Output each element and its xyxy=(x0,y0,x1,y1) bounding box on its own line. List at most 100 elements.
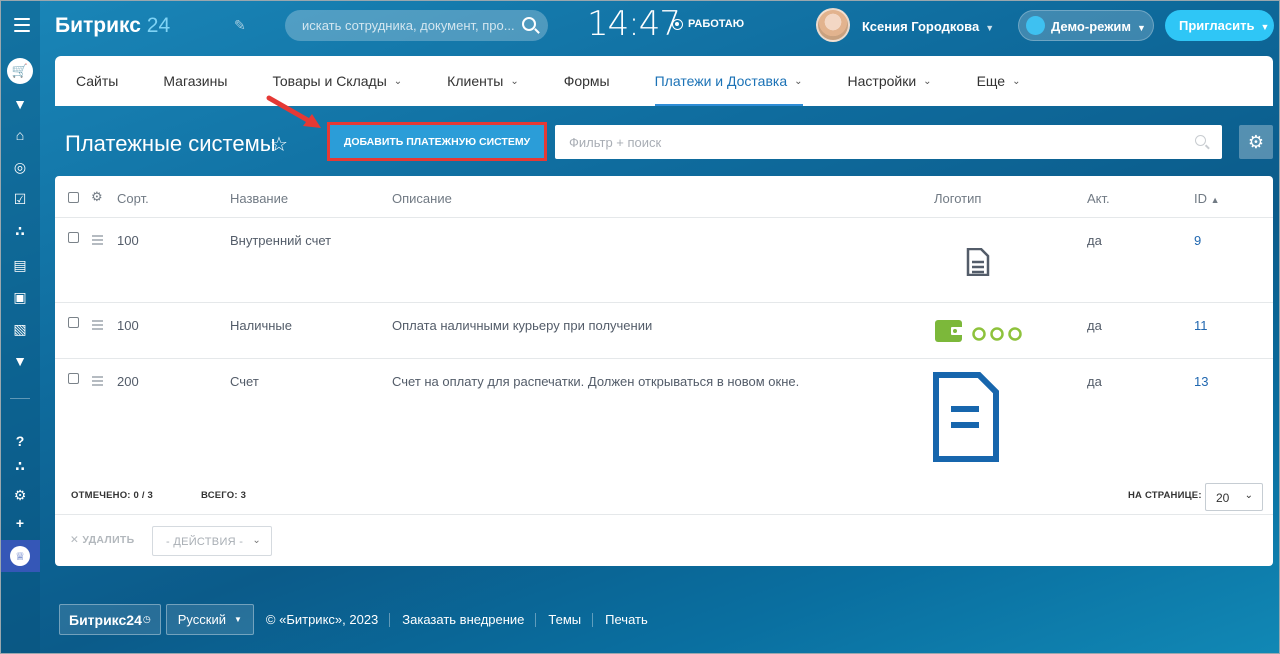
footer-logo[interactable]: Битрикс24 ◷ xyxy=(59,604,161,635)
column-sort[interactable]: Сорт. xyxy=(117,191,149,206)
tab-sites[interactable]: Сайты xyxy=(76,56,118,106)
payment-systems-table: ⚙ Сорт. Название Описание Логотип Акт. I… xyxy=(55,176,1273,566)
star-icon[interactable]: ☆ xyxy=(270,132,288,157)
cell-sort: 100 xyxy=(117,318,139,333)
sidebar-divider xyxy=(10,398,30,399)
footer-link-themes[interactable]: Темы xyxy=(548,612,594,627)
select-all-checkbox[interactable] xyxy=(68,192,79,203)
column-logo[interactable]: Логотип xyxy=(934,191,981,206)
drag-handle-icon[interactable] xyxy=(92,235,103,247)
bank-icon[interactable]: ⌂ xyxy=(0,124,40,146)
cell-sort: 100 xyxy=(117,233,139,248)
chevron-down-icon: ⌄ xyxy=(1012,75,1021,87)
caret-down-icon: ▼ xyxy=(985,23,995,33)
table-header: ⚙ Сорт. Название Описание Логотип Акт. I… xyxy=(55,176,1273,218)
top-navigation: Сайты Магазины Товары и Склады ⌄ Клиенты ⌄… xyxy=(55,56,1273,106)
row-checkbox[interactable] xyxy=(68,232,79,243)
cell-description: Счет на оплату для распечатки. Должен от… xyxy=(392,374,800,389)
drag-handle-icon[interactable] xyxy=(92,320,103,332)
settings-gear-button[interactable]: ⚙ xyxy=(1239,125,1273,159)
edit-pencil-icon[interactable]: ✎ xyxy=(234,17,246,34)
cell-id-link[interactable]: 11 xyxy=(1194,318,1208,333)
add-plus-icon[interactable]: + xyxy=(0,512,40,534)
chevron-down-icon: ⌄ xyxy=(1244,490,1253,501)
copyright-text: © «Битрикс», 2023 xyxy=(266,612,391,627)
global-search-input[interactable]: искать сотрудника, документ, про... xyxy=(285,10,548,41)
column-active[interactable]: Акт. xyxy=(1087,191,1110,206)
close-icon: ✕ xyxy=(70,534,80,546)
target-icon[interactable]: ◎ xyxy=(0,156,40,178)
chevron-down-icon: ⌄ xyxy=(252,535,261,546)
table-summary-bar: ОТМЕЧЕНО: 0 / 3 ВСЕГО: 3 НА СТРАНИЦЕ: xyxy=(55,473,1273,515)
clock-time: 14:47 xyxy=(587,4,681,44)
work-status[interactable]: РАБОТАЮ xyxy=(672,18,744,30)
user-menu[interactable]: Ксения Городкова ▼ xyxy=(862,19,994,34)
table-row[interactable]: 100 Внутренний счет да 9 xyxy=(55,218,1273,303)
gear-icon: ⚙ xyxy=(1247,131,1265,152)
filter-search-input[interactable]: Фильтр + поиск xyxy=(555,125,1222,159)
tasks-check-icon[interactable]: ☑ xyxy=(0,188,40,210)
footer-link-order[interactable]: Заказать внедрение xyxy=(402,612,537,627)
cell-id-link[interactable]: 9 xyxy=(1194,233,1201,248)
shop-cart-icon[interactable]: 🛒 xyxy=(0,58,40,84)
search-icon[interactable] xyxy=(1195,135,1206,146)
filter-funnel-icon[interactable]: ▼ xyxy=(0,93,40,115)
box-icon[interactable]: ▧ xyxy=(0,318,40,340)
tab-settings[interactable]: Настройки ⌄ xyxy=(848,56,932,106)
cell-sort: 200 xyxy=(117,374,139,389)
app-logo[interactable]: Битрикс 24 xyxy=(55,14,170,38)
chevron-down-icon: ⌄ xyxy=(794,75,803,87)
row-checkbox[interactable] xyxy=(68,373,79,384)
tab-clients[interactable]: Клиенты ⌄ xyxy=(447,56,519,106)
tab-payments-delivery[interactable]: Платежи и Доставка ⌄ xyxy=(654,56,803,106)
left-sidebar: 🛒 ▼ ⌂ ◎ ☑ ∴ ▤ ▣ ▧ ▼ ? ∴ ⚙ + ♕ xyxy=(0,0,40,654)
robot-icon[interactable]: ▣ xyxy=(0,286,40,308)
demo-mode-button[interactable]: Демо-режим ▼ xyxy=(1018,10,1154,41)
document-icon xyxy=(966,248,990,276)
crm-nodes-icon[interactable]: ∴ xyxy=(0,220,40,242)
column-description[interactable]: Описание xyxy=(392,191,452,206)
table-row[interactable]: 200 Счет Счет на оплату для распечатки. … xyxy=(55,359,1273,473)
cell-id-link[interactable]: 13 xyxy=(1194,374,1208,389)
invite-button[interactable]: Пригласить ▼ xyxy=(1165,10,1274,41)
per-page-select[interactable]: 20 ⌄ xyxy=(1205,483,1263,511)
cell-active: да xyxy=(1087,318,1102,333)
wallet-coins-icon xyxy=(935,320,1022,342)
actions-select[interactable]: - ДЕЙСТВИЯ - ⌄ xyxy=(152,526,272,556)
add-payment-system-button[interactable]: ДОБАВИТЬ ПЛАТЕЖНУЮ СИСТЕМУ xyxy=(327,122,547,161)
column-settings-gear-icon[interactable]: ⚙ xyxy=(91,189,103,205)
menu-icon[interactable] xyxy=(14,18,30,36)
contact-card-icon[interactable]: ▤ xyxy=(0,254,40,276)
selected-count: ОТМЕЧЕНО: 0 / 3 xyxy=(71,490,154,501)
language-select[interactable]: Русский ▼ xyxy=(165,604,254,635)
page-footer: Битрикс24 ◷ Русский ▼ © «Битрикс», 2023 За… xyxy=(59,604,659,635)
delete-button[interactable]: ✕ УДАЛИТЬ xyxy=(70,534,135,546)
cell-name: Внутренний счет xyxy=(230,233,332,248)
caret-down-icon: ▼ xyxy=(233,615,242,624)
settings-gear-icon[interactable]: ⚙ xyxy=(0,484,40,506)
cell-description: Оплата наличными курьеру при получении xyxy=(392,318,653,333)
column-id[interactable]: ID ▲ xyxy=(1194,191,1220,206)
cell-name: Счет xyxy=(230,374,259,389)
chevron-down-icon: ⌄ xyxy=(393,75,403,87)
chevron-down-icon: ⌄ xyxy=(510,75,519,87)
search-icon[interactable] xyxy=(522,17,536,31)
table-row[interactable]: 100 Наличные Оплата наличными курьеру пр… xyxy=(55,303,1273,359)
tab-more[interactable]: Еще ⌄ xyxy=(977,56,1021,106)
tab-forms[interactable]: Формы xyxy=(564,56,610,106)
crown-icon[interactable]: ♕ xyxy=(0,540,40,572)
footer-link-print[interactable]: Печать xyxy=(605,612,659,627)
more-chevron-icon[interactable]: ▼ xyxy=(0,350,40,372)
caret-down-icon: ▼ xyxy=(1260,22,1270,32)
cell-active: да xyxy=(1087,374,1102,389)
help-icon[interactable]: ? xyxy=(0,430,40,452)
drag-handle-icon[interactable] xyxy=(92,376,103,388)
row-checkbox[interactable] xyxy=(68,317,79,328)
avatar[interactable] xyxy=(816,8,850,42)
structure-icon[interactable]: ∴ xyxy=(0,455,40,477)
clock-icon: ◷ xyxy=(142,614,151,624)
tab-shops[interactable]: Магазины xyxy=(163,56,227,106)
column-name[interactable]: Название xyxy=(230,191,288,206)
cell-name: Наличные xyxy=(230,318,292,333)
invoice-icon xyxy=(933,372,999,462)
